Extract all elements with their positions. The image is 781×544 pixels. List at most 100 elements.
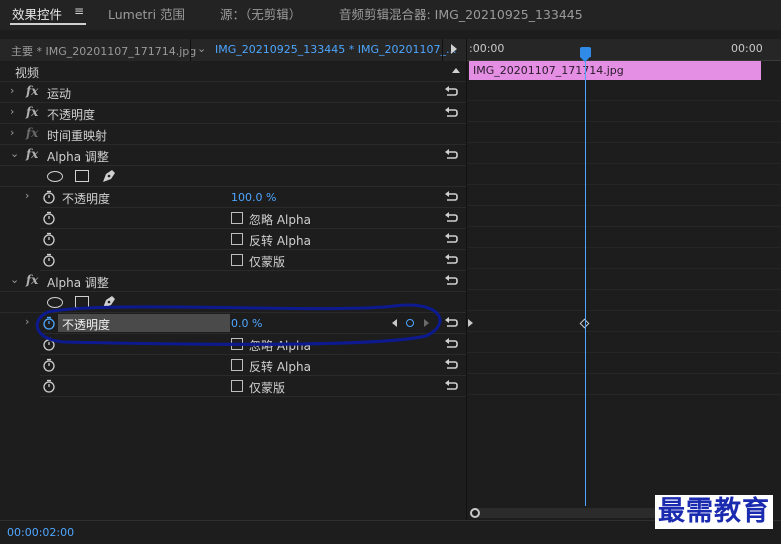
checkbox-label: 仅蒙版 [249, 381, 286, 395]
timeline-row [467, 374, 781, 395]
reset-icon[interactable] [444, 274, 458, 287]
mask-only-checkbox[interactable] [231, 380, 243, 392]
property-row-mask-only[interactable]: 仅蒙版 [40, 250, 466, 271]
property-row-mask-only[interactable]: 仅蒙版 [40, 376, 466, 397]
effect-row-time-remap[interactable]: › fx 时间重映射 [0, 124, 466, 145]
reset-icon[interactable] [444, 106, 458, 119]
panel-menu-icon[interactable]: ≡ [74, 4, 84, 18]
reset-icon[interactable] [444, 85, 458, 98]
reset-icon[interactable] [444, 190, 458, 203]
timeline-row [467, 290, 781, 311]
reset-icon[interactable] [444, 379, 458, 392]
collapse-up-icon[interactable] [452, 68, 460, 73]
stopwatch-icon[interactable] [42, 337, 56, 351]
property-label: 不透明度 [62, 192, 111, 206]
property-row-opacity[interactable]: › 不透明度 100.0 % [25, 187, 466, 208]
property-row-ignore-alpha[interactable]: 忽略 Alpha [40, 334, 466, 355]
effect-label: Alpha 调整 [47, 276, 109, 290]
property-row-ignore-alpha[interactable]: 忽略 Alpha [40, 208, 466, 229]
time-ruler[interactable]: :00:00 00:00 [467, 39, 781, 61]
opacity-value[interactable]: 100.0 % [231, 191, 276, 204]
keyframe-start-marker[interactable] [468, 319, 473, 327]
timeline-row [467, 101, 781, 122]
section-title: 视频 [15, 66, 40, 80]
timeline-row [467, 122, 781, 143]
reset-icon[interactable] [444, 337, 458, 350]
stopwatch-icon[interactable] [42, 253, 56, 267]
chevron-down-icon[interactable]: ⌄ [197, 42, 206, 55]
previous-keyframe-icon[interactable] [392, 319, 397, 327]
tab-audio-clip-mixer[interactable]: 音频剪辑混合器: IMG_20210925_133445 [339, 4, 583, 22]
chevron-right-icon[interactable]: › [25, 315, 29, 328]
clip-bar[interactable]: IMG_20201107_171714.jpg [469, 61, 761, 80]
ignore-alpha-checkbox[interactable] [231, 212, 243, 224]
chevron-right-icon[interactable]: › [10, 84, 14, 97]
tab-effects-controls[interactable]: 效果控件 [12, 4, 62, 22]
invert-alpha-checkbox[interactable] [231, 233, 243, 245]
tab-source[interactable]: 源：（无剪辑） [220, 4, 301, 22]
effect-label: 时间重映射 [47, 129, 108, 143]
stopwatch-active-icon[interactable] [42, 316, 56, 330]
rectangle-mask-icon[interactable] [75, 170, 89, 182]
pen-mask-icon[interactable] [101, 294, 117, 310]
chevron-right-icon[interactable]: › [10, 126, 14, 139]
chevron-right-icon[interactable]: › [25, 189, 29, 202]
timeline-row [467, 332, 781, 353]
play-only-icon[interactable] [451, 44, 457, 54]
fx-icon[interactable]: fx [26, 273, 38, 287]
ignore-alpha-checkbox[interactable] [231, 338, 243, 350]
rectangle-mask-icon[interactable] [75, 296, 89, 308]
property-row-invert-alpha[interactable]: 反转 Alpha [40, 229, 466, 250]
effect-label: Alpha 调整 [47, 150, 109, 164]
stopwatch-icon[interactable] [42, 211, 56, 225]
effect-label: 不透明度 [47, 108, 96, 122]
stopwatch-icon[interactable] [42, 358, 56, 372]
property-row-invert-alpha[interactable]: 反转 Alpha [40, 355, 466, 376]
property-row-opacity-animated[interactable]: › 不透明度 0.0 % [25, 313, 466, 334]
zoom-scrollbar-handle[interactable] [470, 508, 480, 518]
timeline-row [467, 353, 781, 374]
reset-icon[interactable] [444, 232, 458, 245]
ruler-end-time: 00:00 [731, 42, 763, 55]
timeline-row [467, 206, 781, 227]
mask-tools-row [0, 292, 466, 313]
playhead-handle-tip [580, 57, 590, 62]
chevron-down-icon[interactable]: ⌄ [10, 147, 19, 160]
effect-row-motion[interactable]: › fx 运动 [0, 82, 466, 103]
invert-alpha-checkbox[interactable] [231, 359, 243, 371]
panel-tab-bar: 效果控件 ≡ Lumetri 范围 源：（无剪辑） 音频剪辑混合器: IMG_2… [0, 0, 781, 30]
opacity-value[interactable]: 0.0 % [231, 317, 262, 330]
add-keyframe-icon[interactable] [406, 319, 414, 327]
fx-icon[interactable]: fx [26, 105, 38, 119]
fx-icon[interactable]: fx [26, 84, 38, 98]
tab-lumetri-scopes[interactable]: Lumetri 范围 [108, 4, 185, 22]
effect-row-opacity[interactable]: › fx 不透明度 [0, 103, 466, 124]
timeline-row [467, 248, 781, 269]
reset-icon[interactable] [444, 358, 458, 371]
mask-tools-row [0, 166, 466, 187]
playhead-line[interactable] [585, 49, 586, 506]
chevron-right-icon[interactable]: › [10, 105, 14, 118]
reset-icon[interactable] [444, 148, 458, 161]
sequence-clip-tab[interactable]: IMG_20210925_133445 * IMG_20201107_... [215, 43, 456, 56]
current-timecode[interactable]: 00:00:02:00 [7, 526, 74, 539]
next-keyframe-icon[interactable] [424, 319, 429, 327]
fx-icon[interactable]: fx [26, 147, 38, 161]
stopwatch-icon[interactable] [42, 379, 56, 393]
stopwatch-icon[interactable] [42, 190, 56, 204]
stopwatch-icon[interactable] [42, 232, 56, 246]
reset-icon[interactable] [444, 253, 458, 266]
effect-row-alpha-adjust[interactable]: ⌄ fx Alpha 调整 [0, 271, 466, 292]
effect-row-alpha-adjust[interactable]: ⌄ fx Alpha 调整 [0, 145, 466, 166]
chevron-down-icon[interactable]: ⌄ [10, 273, 19, 286]
mask-only-checkbox[interactable] [231, 254, 243, 266]
ellipse-mask-icon[interactable] [47, 297, 63, 308]
reset-icon[interactable] [444, 211, 458, 224]
ellipse-mask-icon[interactable] [47, 171, 63, 182]
playhead-handle[interactable] [580, 47, 591, 57]
master-clip-tab[interactable]: 主要 * IMG_20201107_171714.jpg [11, 43, 196, 59]
checkbox-label: 仅蒙版 [249, 255, 286, 269]
reset-icon[interactable] [444, 316, 458, 329]
pen-mask-icon[interactable] [101, 168, 117, 184]
watermark-logo: 最需教育 [655, 495, 773, 529]
